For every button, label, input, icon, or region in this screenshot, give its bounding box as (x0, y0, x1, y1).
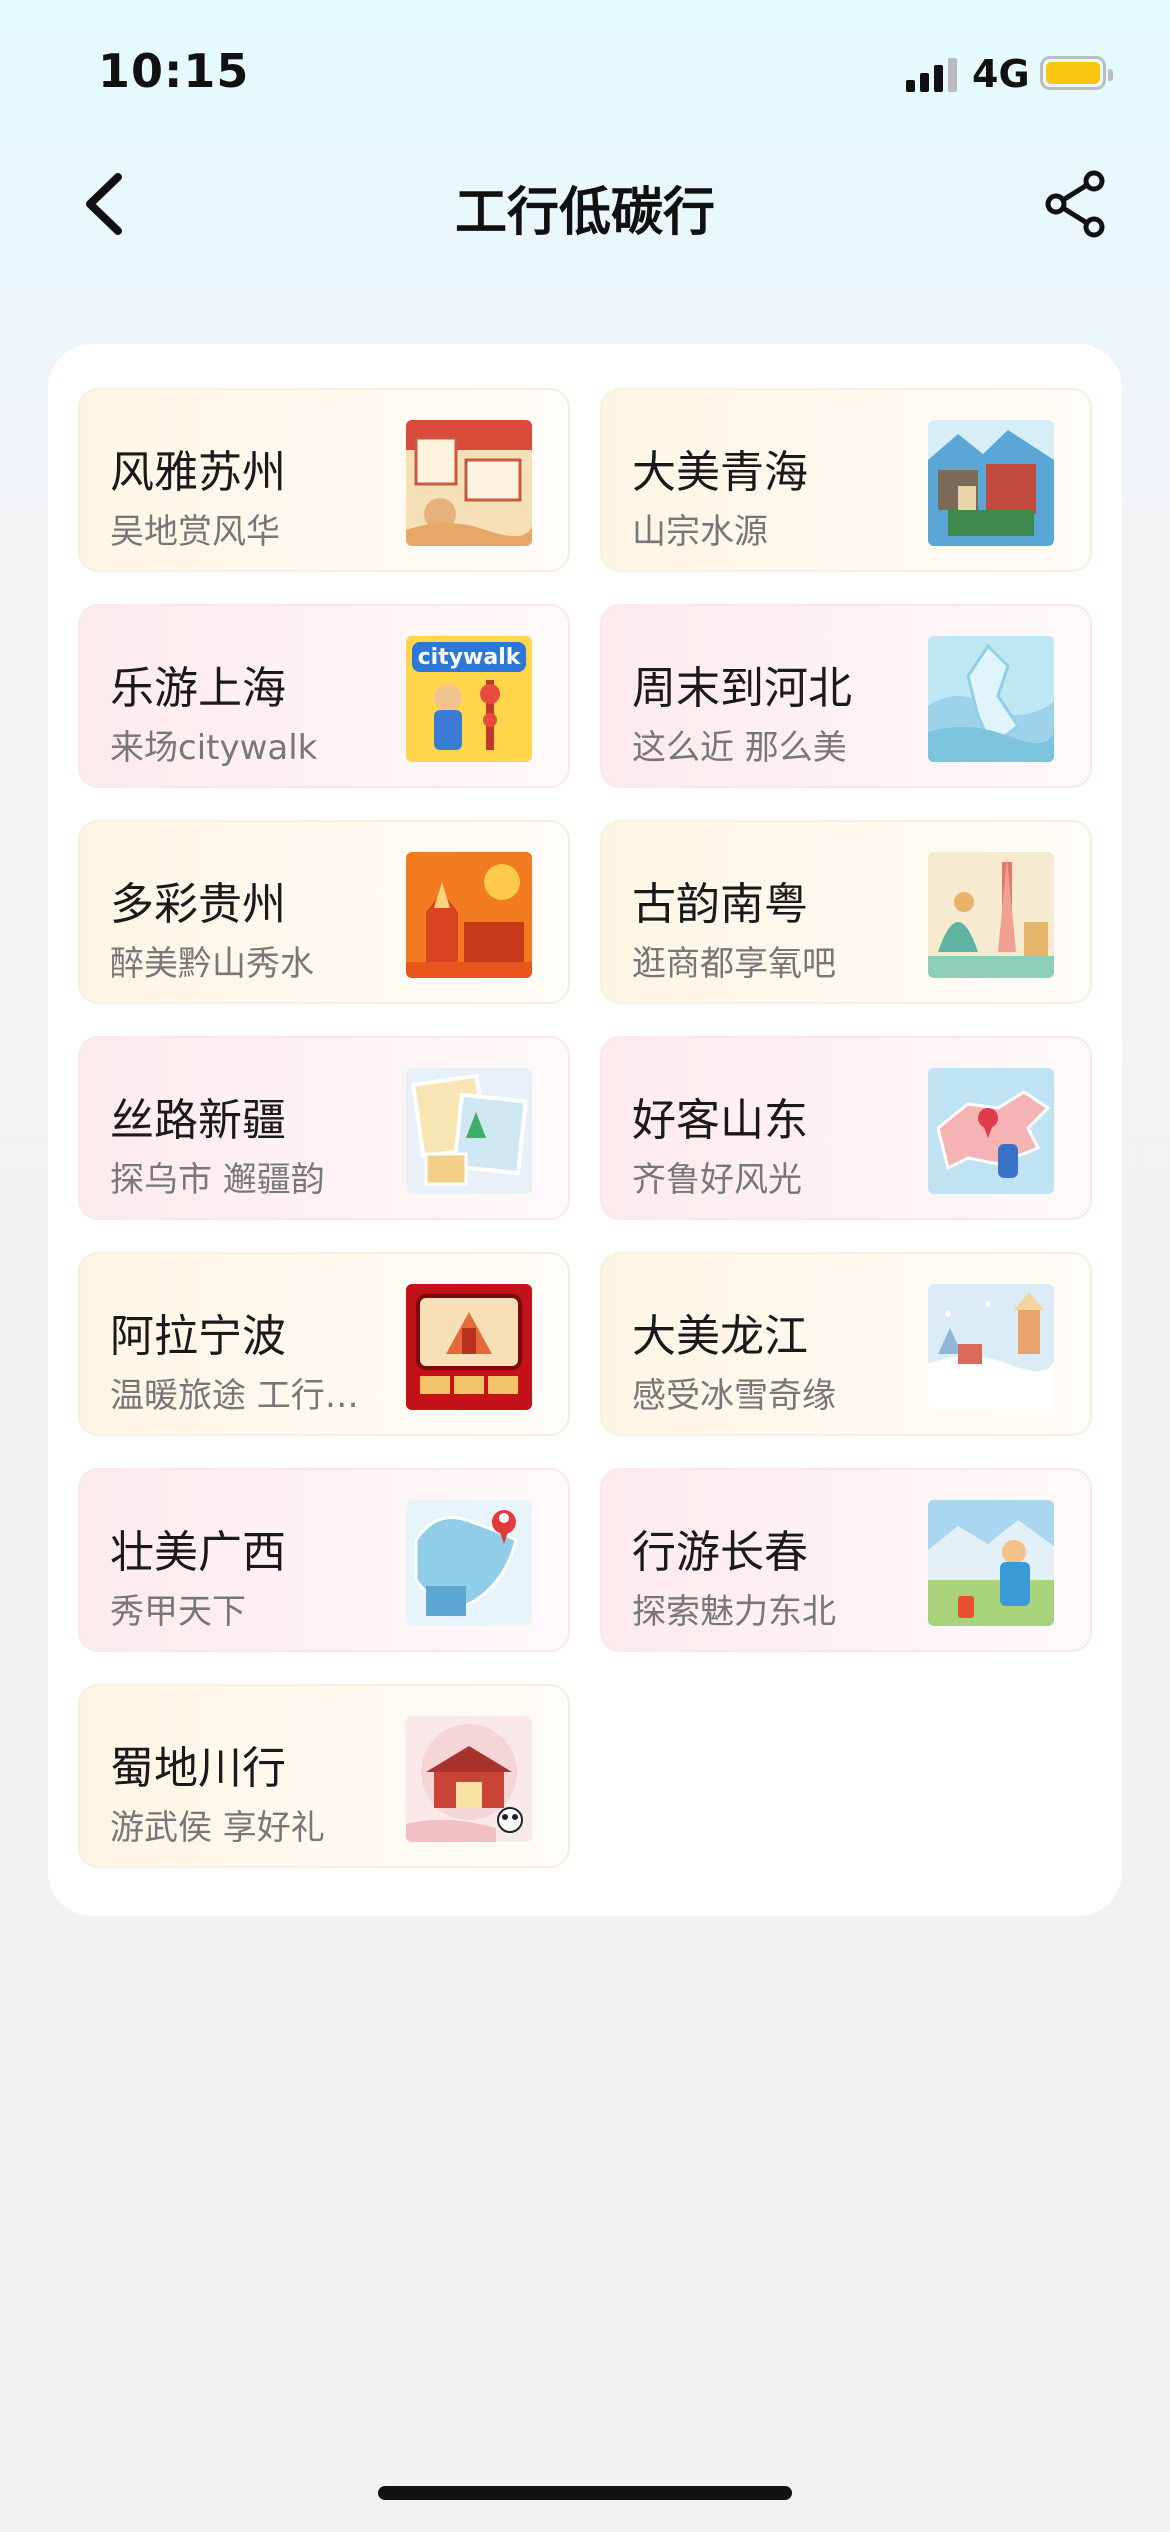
share-button[interactable] (1036, 164, 1116, 244)
xinjiang-thumbnail (406, 1068, 532, 1194)
share-icon (1045, 170, 1105, 238)
destination-title: 壮美广西 (110, 1527, 286, 1578)
destination-tile[interactable]: 乐游上海 来场citywalk citywalk (78, 604, 570, 788)
destination-subtitle: 逛商都享氧吧 (632, 944, 836, 984)
destination-subtitle: 秀甲天下 (110, 1592, 246, 1632)
signal-icon (906, 56, 958, 92)
destination-subtitle: 游武侯 享好礼 (110, 1808, 325, 1848)
longjiang-thumbnail (928, 1284, 1054, 1410)
changchun-thumbnail (928, 1500, 1054, 1626)
destination-title: 行游长春 (632, 1527, 808, 1578)
destination-tile[interactable]: 周末到河北 这么近 那么美 (600, 604, 1092, 788)
destination-grid: 风雅苏州 吴地赏风华 大美青海 山宗水源 乐游上海 来场citywalk cit… (78, 388, 1092, 1868)
destination-subtitle: 探索魅力东北 (632, 1592, 836, 1632)
network-type: 4G (972, 52, 1030, 96)
status-bar: 10:15 4G (0, 0, 1170, 150)
destination-subtitle: 这么近 那么美 (632, 728, 847, 768)
destination-tile[interactable]: 行游长春 探索魅力东北 (600, 1468, 1092, 1652)
destination-title: 大美龙江 (632, 1311, 808, 1362)
destination-card: 风雅苏州 吴地赏风华 大美青海 山宗水源 乐游上海 来场citywalk cit… (48, 344, 1122, 1916)
shanghai-thumbnail: citywalk (406, 636, 532, 762)
sichuan-thumbnail (406, 1716, 532, 1842)
home-indicator (378, 2486, 792, 2500)
destination-tile[interactable]: 丝路新疆 探乌市 邂疆韵 (78, 1036, 570, 1220)
destination-tile[interactable]: 古韵南粤 逛商都享氧吧 (600, 820, 1092, 1004)
destination-subtitle: 吴地赏风华 (110, 512, 280, 552)
destination-title: 多彩贵州 (110, 879, 286, 930)
nav-bar: 工行低碳行 (0, 150, 1170, 260)
guizhou-thumbnail (406, 852, 532, 978)
destination-tile[interactable]: 壮美广西 秀甲天下 (78, 1468, 570, 1652)
guangxi-thumbnail (406, 1500, 532, 1626)
shandong-thumbnail (928, 1068, 1054, 1194)
destination-subtitle: 温暖旅途 工行… (110, 1376, 359, 1416)
destination-subtitle: 齐鲁好风光 (632, 1160, 802, 1200)
destination-tile[interactable]: 好客山东 齐鲁好风光 (600, 1036, 1092, 1220)
destination-title: 风雅苏州 (110, 447, 286, 498)
destination-tile[interactable]: 蜀地川行 游武侯 享好礼 (78, 1684, 570, 1868)
svg-text:citywalk: citywalk (418, 645, 522, 670)
destination-title: 丝路新疆 (110, 1095, 286, 1146)
destination-tile[interactable]: 风雅苏州 吴地赏风华 (78, 388, 570, 572)
battery-icon (1040, 56, 1113, 90)
qinghai-thumbnail (928, 420, 1054, 546)
destination-subtitle: 山宗水源 (632, 512, 768, 552)
status-time: 10:15 (98, 44, 250, 98)
destination-title: 古韵南粤 (632, 879, 808, 930)
ningbo-thumbnail (406, 1284, 532, 1410)
destination-title: 乐游上海 (110, 663, 286, 714)
destination-subtitle: 醉美黔山秀水 (110, 944, 314, 984)
destination-title: 周末到河北 (632, 663, 852, 714)
nanyue-thumbnail (928, 852, 1054, 978)
destination-title: 蜀地川行 (110, 1743, 286, 1794)
suzhou-thumbnail (406, 420, 532, 546)
destination-tile[interactable]: 阿拉宁波 温暖旅途 工行… (78, 1252, 570, 1436)
hebei-thumbnail (928, 636, 1054, 762)
destination-subtitle: 来场citywalk (110, 728, 318, 768)
destination-subtitle: 感受冰雪奇缘 (632, 1376, 836, 1416)
destination-title: 好客山东 (632, 1095, 808, 1146)
destination-subtitle: 探乌市 邂疆韵 (110, 1160, 325, 1200)
destination-title: 阿拉宁波 (110, 1311, 286, 1362)
destination-tile[interactable]: 多彩贵州 醉美黔山秀水 (78, 820, 570, 1004)
page-title: 工行低碳行 (454, 183, 715, 243)
destination-title: 大美青海 (632, 447, 808, 498)
destination-tile[interactable]: 大美青海 山宗水源 (600, 388, 1092, 572)
destination-tile[interactable]: 大美龙江 感受冰雪奇缘 (600, 1252, 1092, 1436)
